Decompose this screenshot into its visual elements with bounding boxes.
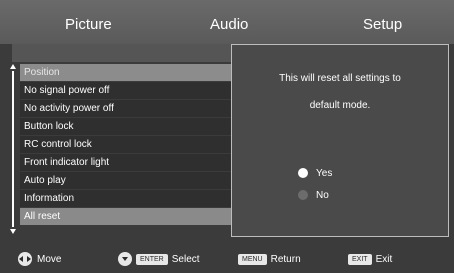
menu-item-no-signal-power-off[interactable]: No signal power off (20, 82, 232, 99)
hint-move-label: Move (37, 254, 62, 265)
menu-item-all-reset[interactable]: All reset (20, 208, 232, 225)
hint-return: MENU Return (238, 252, 301, 268)
dialog-message-line-1: This will reset all settings to (279, 73, 401, 84)
ok-button-icon (118, 252, 132, 267)
radio-selected-icon (298, 168, 308, 179)
key-hint-footer: Move ENTER Select MENU Return EXIT Exit (0, 248, 454, 273)
menu-item-position[interactable]: Position (20, 64, 232, 81)
scroll-down-arrow-icon[interactable] (10, 229, 16, 234)
reset-confirm-dialog: This will reset all settings to default … (231, 44, 449, 237)
exit-key-badge: EXIT (348, 253, 372, 265)
dialog-message-line-2: default mode. (309, 100, 371, 111)
enter-key-badge: ENTER (136, 253, 168, 265)
top-tab-bar: Picture Audio Setup (0, 0, 454, 44)
option-yes-label: Yes (316, 168, 333, 179)
menu-item-button-lock[interactable]: Button lock (20, 118, 232, 135)
option-no[interactable]: No (298, 190, 329, 201)
setup-menu-list: Position No signal power off No activity… (20, 64, 232, 226)
menu-item-rc-control-lock[interactable]: RC control lock (20, 136, 232, 153)
hint-return-label: Return (270, 254, 301, 265)
scroll-track (12, 71, 14, 227)
tab-picture[interactable]: Picture (65, 16, 112, 33)
hint-move: Move (18, 252, 61, 268)
tab-setup[interactable]: Setup (363, 16, 402, 33)
hint-exit: EXIT Exit (348, 252, 392, 268)
menu-scrollbar[interactable] (10, 64, 16, 234)
hint-select-label: Select (171, 254, 200, 265)
hint-exit-label: Exit (375, 254, 393, 265)
menu-item-no-activity-power-off[interactable]: No activity power off (20, 100, 232, 117)
radio-unselected-icon (298, 190, 308, 201)
hint-select: ENTER Select (118, 252, 200, 268)
menu-item-information[interactable]: Information (20, 190, 232, 207)
tab-audio[interactable]: Audio (210, 16, 248, 33)
menu-item-auto-play[interactable]: Auto play (20, 172, 232, 189)
dpad-left-right-icon (18, 252, 32, 267)
option-yes[interactable]: Yes (298, 168, 332, 179)
scroll-up-arrow-icon[interactable] (10, 64, 16, 69)
option-no-label: No (316, 190, 329, 201)
menu-item-front-indicator-light[interactable]: Front indicator light (20, 154, 232, 171)
menu-key-badge: MENU (238, 253, 267, 265)
